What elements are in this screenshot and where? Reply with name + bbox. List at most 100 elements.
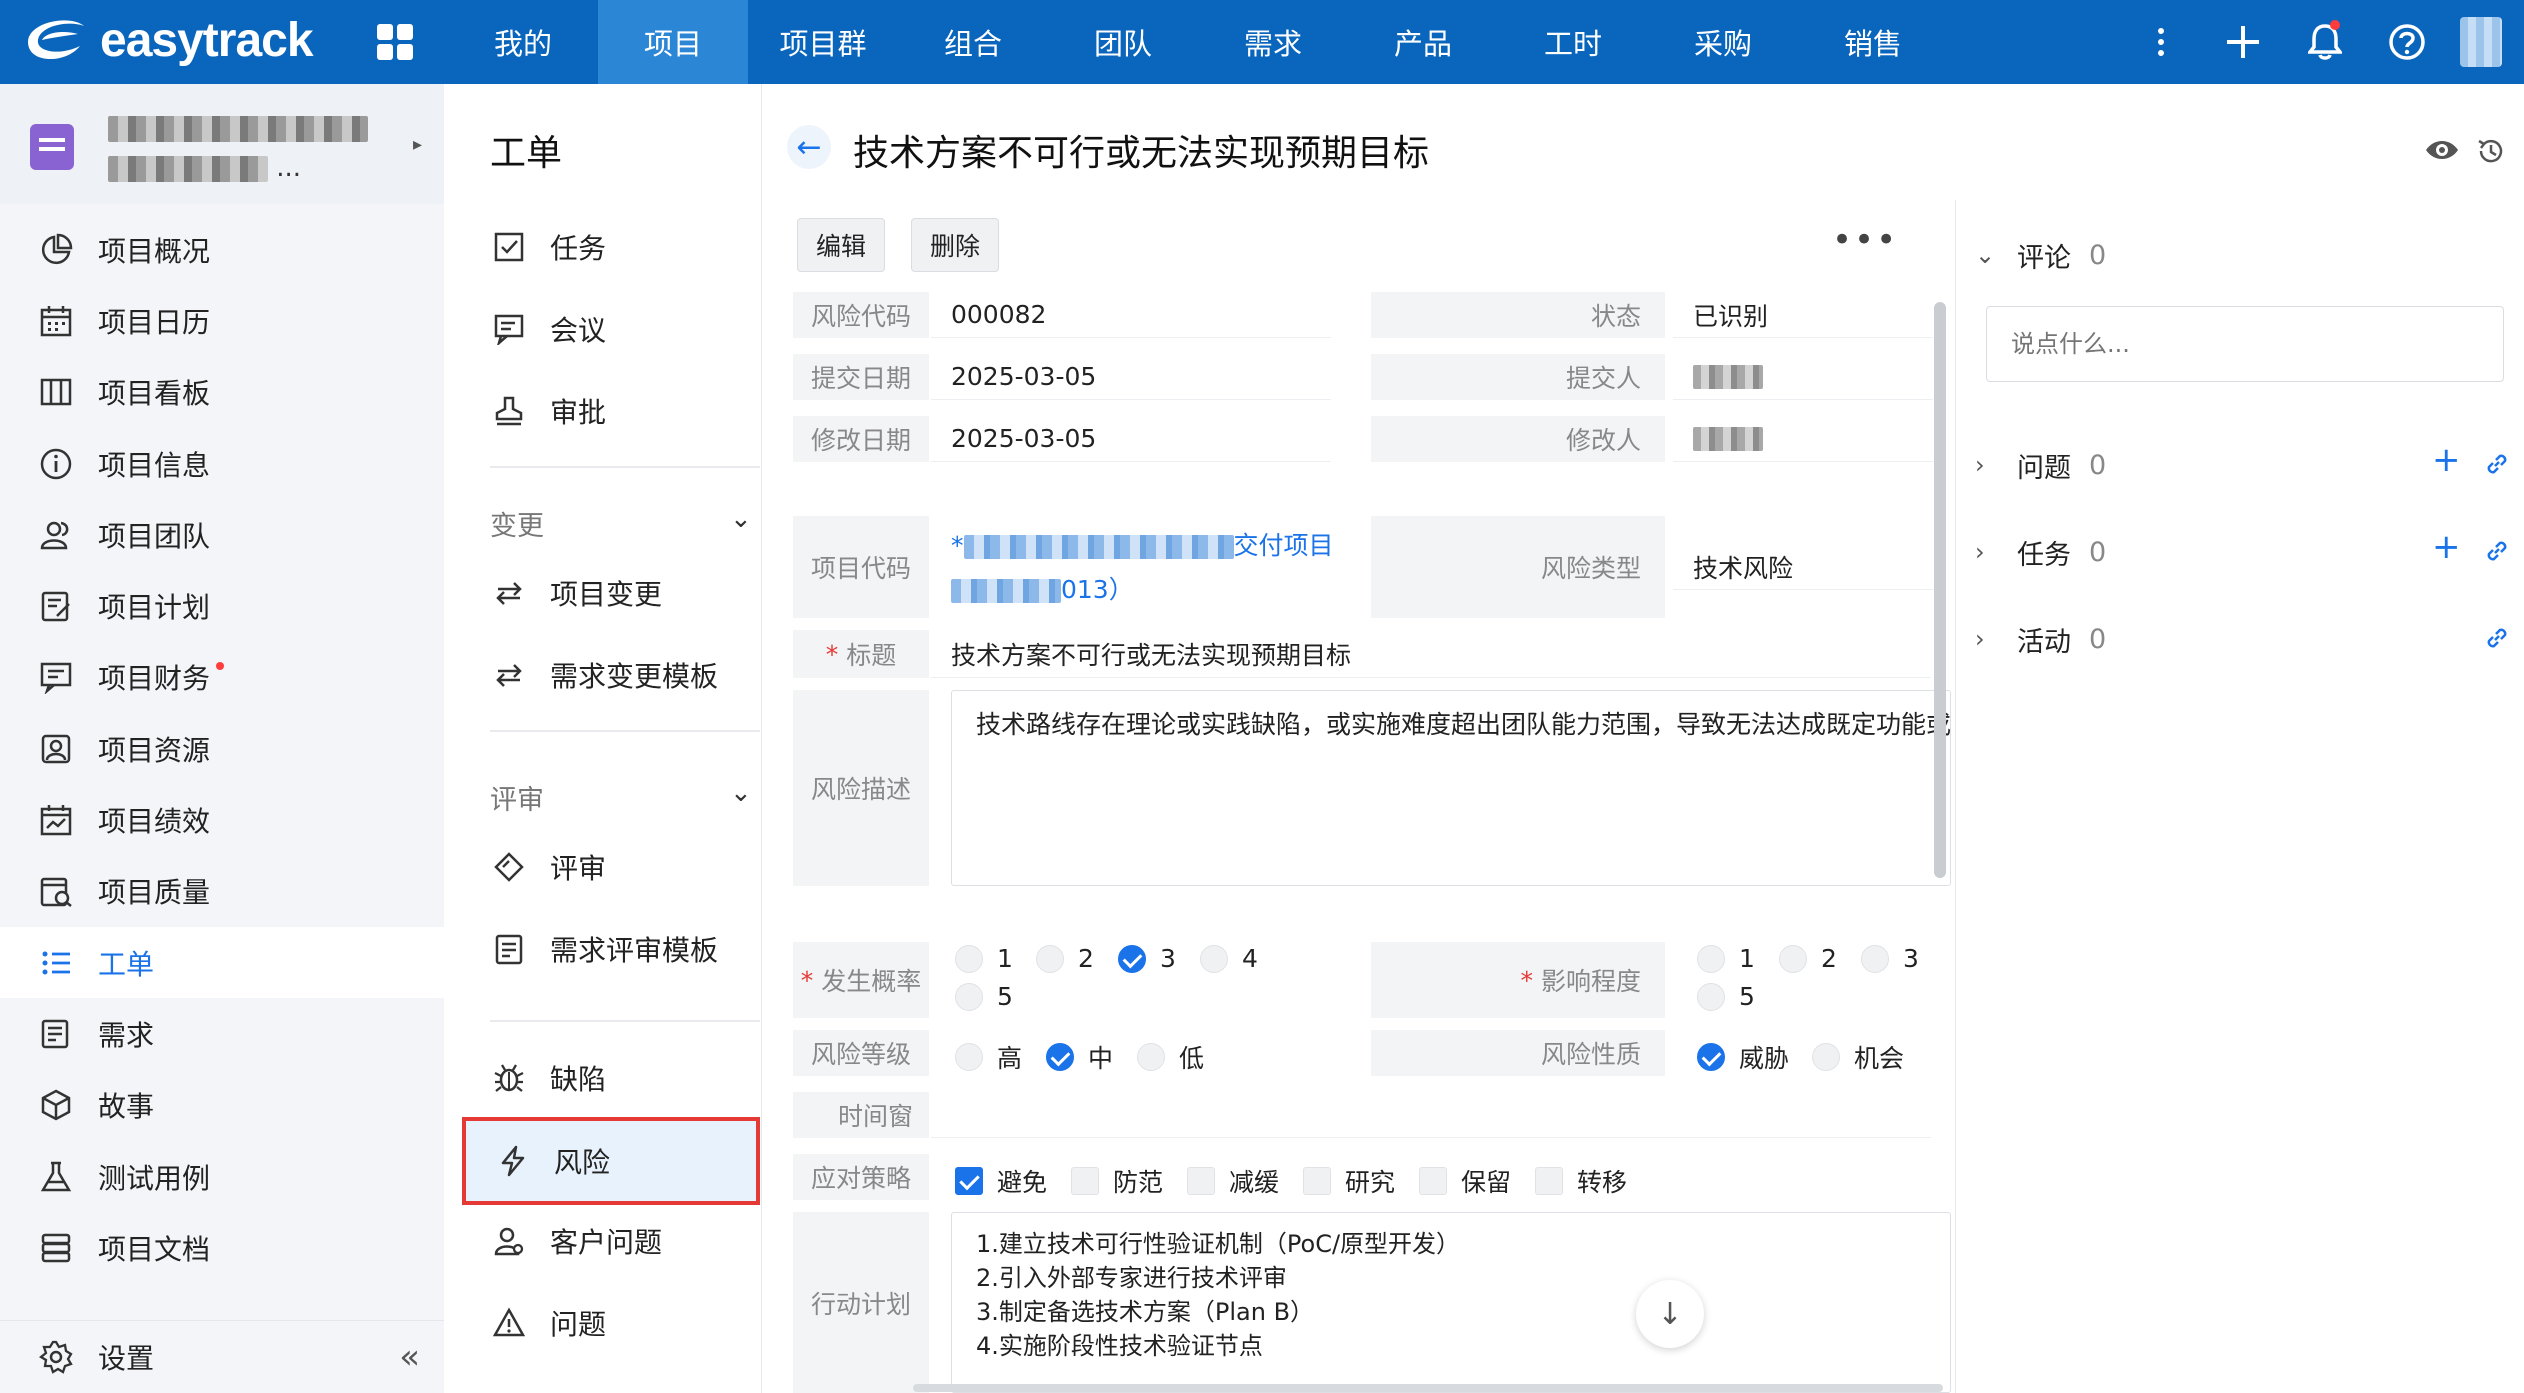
sidebar-item-resource[interactable]: 项目资源 xyxy=(0,713,444,784)
nav-item-program[interactable]: 项目群 xyxy=(748,0,898,84)
user-avatar[interactable] xyxy=(2460,17,2502,67)
ticket-type-task[interactable]: 任务 xyxy=(490,217,606,277)
sidebar-item-label: 项目财务 xyxy=(98,662,211,696)
add-task-plus-icon[interactable]: + xyxy=(2432,527,2461,567)
divider xyxy=(490,466,760,468)
impact-option-5[interactable]: 5 xyxy=(1697,982,1755,1011)
nav-item-portfolio[interactable]: 组合 xyxy=(898,0,1048,84)
link-task-icon[interactable] xyxy=(2484,533,2510,573)
nav-item-requirement[interactable]: 需求 xyxy=(1198,0,1348,84)
ticket-type-project-change[interactable]: 项目变更 xyxy=(490,563,662,623)
nav-item-procurement[interactable]: 采购 xyxy=(1648,0,1798,84)
bell-icon[interactable] xyxy=(2284,0,2366,84)
strategy-retain[interactable]: 保留 xyxy=(1419,1163,1511,1199)
logo[interactable]: easytrack xyxy=(20,12,314,68)
horizontal-scrollbar[interactable] xyxy=(913,1384,1943,1392)
vertical-scrollbar[interactable] xyxy=(1934,302,1946,878)
action-plan-textarea[interactable]: 1.建立技术可行性验证机制（PoC/原型开发） 2.引入外部专家进行技术评审 3… xyxy=(951,1212,1951,1393)
nav-item-timesheet[interactable]: 工时 xyxy=(1498,0,1648,84)
scroll-down-arrow-icon[interactable]: ↓ xyxy=(1636,1280,1704,1348)
sidebar-item-team[interactable]: 项目团队 xyxy=(0,499,444,570)
sidebar-item-requirement[interactable]: 需求 xyxy=(0,998,444,1069)
strategy-transfer[interactable]: 转移 xyxy=(1535,1163,1627,1199)
nav-item-team[interactable]: 团队 xyxy=(1048,0,1198,84)
sidebar-item-overview[interactable]: 项目概况 xyxy=(0,214,444,285)
plus-icon[interactable] xyxy=(2202,0,2284,84)
delete-button[interactable]: 删除 xyxy=(911,218,1000,272)
sidebar-item-calendar[interactable]: 项目日历 xyxy=(0,285,444,356)
impact-option-3[interactable]: 3 xyxy=(1861,944,1919,973)
project-selector[interactable]: ... ▸ xyxy=(0,84,444,204)
sidebar-item-finance[interactable]: 项目财务 xyxy=(0,642,444,713)
risk-nature-threat[interactable]: 威胁 xyxy=(1697,1039,1789,1075)
comment-input[interactable] xyxy=(1986,306,2504,382)
collapse-sidebar-icon[interactable]: « xyxy=(399,1337,420,1377)
help-icon[interactable] xyxy=(2366,0,2448,84)
value-project-code[interactable]: * 交付项目 013） xyxy=(951,524,1351,612)
probability-option-4[interactable]: 4 xyxy=(1200,944,1258,973)
link-issue-icon[interactable] xyxy=(2484,446,2510,486)
list-icon xyxy=(36,943,76,983)
risk-level-low[interactable]: 低 xyxy=(1137,1039,1204,1075)
impact-option-2[interactable]: 2 xyxy=(1779,944,1837,973)
apps-grid-icon[interactable] xyxy=(377,24,413,60)
risk-level-medium[interactable]: 中 xyxy=(1046,1039,1113,1075)
back-arrow-icon[interactable]: ← xyxy=(787,125,831,169)
template-icon xyxy=(490,930,528,968)
issues-section-header[interactable]: › 问题 0 xyxy=(1975,440,2106,490)
value-time-window[interactable] xyxy=(931,1092,1931,1138)
ticket-type-approval[interactable]: 审批 xyxy=(490,381,606,441)
nav-item-project[interactable]: 项目 xyxy=(598,0,748,84)
tasks-section-header[interactable]: › 任务 0 xyxy=(1975,527,2106,577)
option-label: 机会 xyxy=(1854,1044,1905,1073)
edit-button[interactable]: 编辑 xyxy=(797,218,886,272)
nav-item-sales[interactable]: 销售 xyxy=(1798,0,1948,84)
caret-right-icon[interactable]: ▸ xyxy=(413,134,422,155)
option-label: 避免 xyxy=(997,1168,1048,1197)
sidebar-item-performance[interactable]: 项目绩效 xyxy=(0,784,444,855)
probability-option-5[interactable]: 5 xyxy=(955,982,1013,1011)
ticket-type-req-review-template[interactable]: 需求评审模板 xyxy=(490,919,718,979)
add-issue-plus-icon[interactable]: + xyxy=(2432,440,2461,480)
sidebar-item-plan[interactable]: 项目计划 xyxy=(0,570,444,641)
probability-option-1[interactable]: 1 xyxy=(955,944,1013,973)
risk-level-high[interactable]: 高 xyxy=(955,1039,1022,1075)
eye-icon[interactable] xyxy=(2424,136,2460,168)
ticket-type-customer-issue[interactable]: 客户问题 xyxy=(490,1211,662,1271)
sidebar-item-story[interactable]: 故事 xyxy=(0,1070,444,1141)
sidebar-item-tickets[interactable]: 工单 xyxy=(0,926,444,999)
sidebar-item-label: 项目质量 xyxy=(98,876,211,910)
label-description: 风险描述 xyxy=(793,690,929,886)
nav-item-mine[interactable]: 我的 xyxy=(448,0,598,84)
sidebar-item-testcase[interactable]: 测试用例 xyxy=(0,1141,444,1212)
history-icon[interactable] xyxy=(2476,136,2506,170)
ticket-type-issue[interactable]: 问题 xyxy=(490,1293,606,1353)
strategy-mitigate[interactable]: 减缓 xyxy=(1187,1163,1279,1199)
more-actions-icon[interactable]: ••• xyxy=(1832,220,1898,260)
impact-option-1[interactable]: 1 xyxy=(1697,944,1755,973)
link-activity-icon[interactable] xyxy=(2484,620,2510,660)
sidebar-item-quality[interactable]: 项目质量 xyxy=(0,856,444,927)
sidebar-item-documents[interactable]: 项目文档 xyxy=(0,1212,444,1283)
strategy-prevent[interactable]: 防范 xyxy=(1071,1163,1163,1199)
notification-dot xyxy=(2330,20,2340,30)
sidebar-item-info[interactable]: 项目信息 xyxy=(0,428,444,499)
radio-checked xyxy=(1046,1043,1074,1071)
more-vertical-icon[interactable] xyxy=(2120,0,2202,84)
strategy-research[interactable]: 研究 xyxy=(1303,1163,1395,1199)
nav-item-product[interactable]: 产品 xyxy=(1348,0,1498,84)
sidebar-item-kanban[interactable]: 项目看板 xyxy=(0,357,444,428)
comments-section-header[interactable]: ⌄ 评论 0 xyxy=(1975,230,2106,280)
activities-section-header[interactable]: › 活动 0 xyxy=(1975,614,2106,664)
probability-option-2[interactable]: 2 xyxy=(1036,944,1094,973)
ticket-type-defect[interactable]: 缺陷 xyxy=(490,1048,606,1108)
probability-option-3[interactable]: 3 xyxy=(1118,944,1176,973)
ticket-type-meeting[interactable]: 会议 xyxy=(490,299,606,359)
description-textarea[interactable]: 技术路线存在理论或实践缺陷，或实施难度超出团队能力范围，导致无法达成既定功能或性 xyxy=(951,690,1951,886)
ticket-type-review[interactable]: 评审 xyxy=(490,837,606,897)
sidebar-settings[interactable]: 设置 « xyxy=(0,1320,444,1393)
ticket-type-req-change-template[interactable]: 需求变更模板 xyxy=(490,645,718,705)
risk-nature-opportunity[interactable]: 机会 xyxy=(1812,1039,1904,1075)
ticket-type-risk[interactable]: 风险 xyxy=(462,1117,760,1205)
strategy-avoid[interactable]: 避免 xyxy=(955,1163,1047,1199)
